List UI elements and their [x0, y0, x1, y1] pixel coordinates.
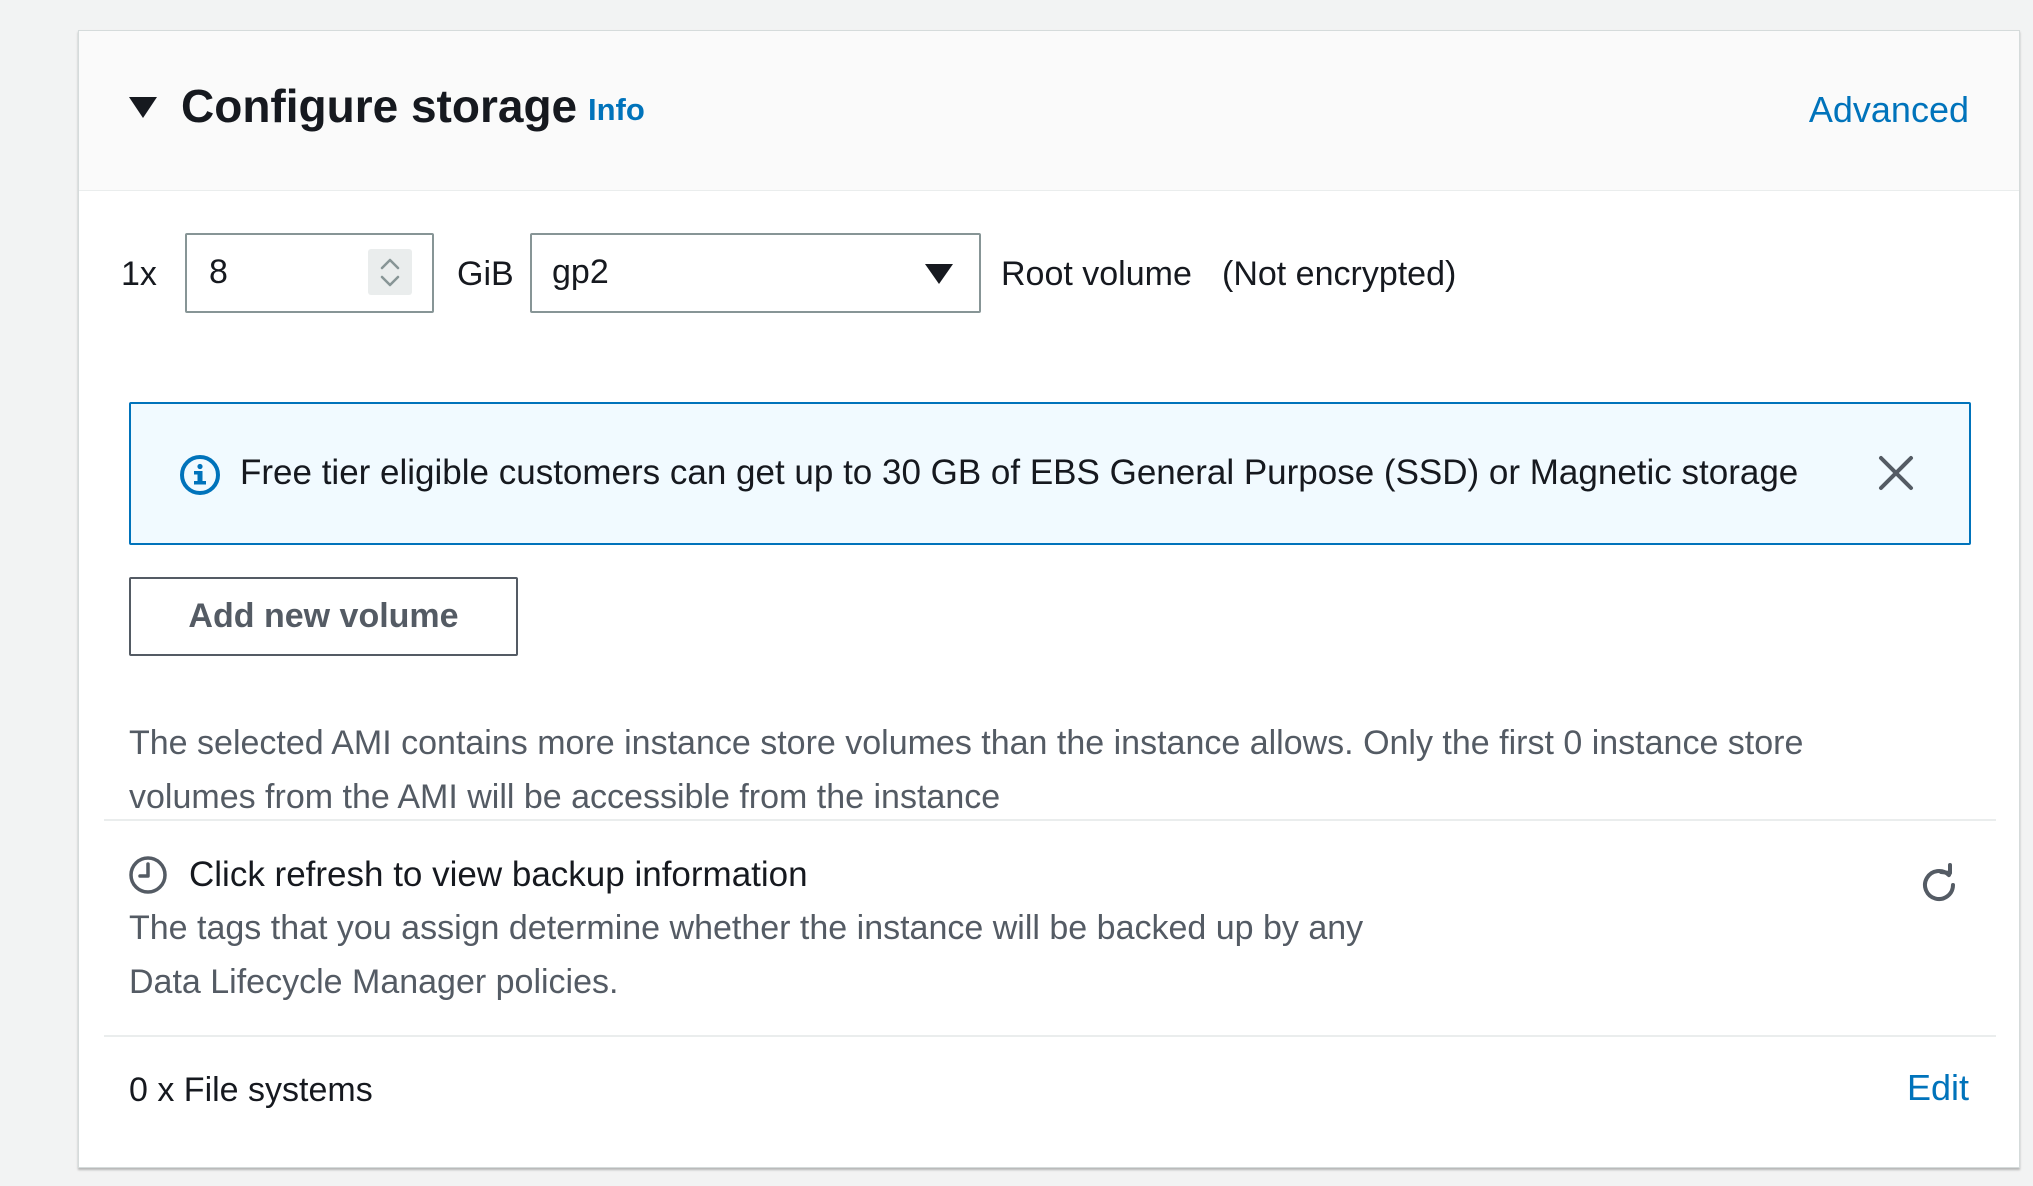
ami-notice-line-2: volumes from the AMI will be accessible … [129, 778, 1001, 816]
collapse-caret-icon[interactable] [129, 97, 157, 118]
encryption-status: (Not encrypted) [1222, 255, 1457, 293]
volume-type-value: gp2 [552, 253, 609, 291]
divider [104, 1035, 1996, 1037]
backup-description-line-1: The tags that you assign determine wheth… [129, 909, 1364, 947]
panel-title: Configure storage [181, 80, 578, 132]
volume-size-value[interactable]: 8 [209, 253, 228, 292]
volume-size-unit: GiB [457, 255, 514, 293]
refresh-icon[interactable] [1917, 863, 1961, 912]
info-circle-icon [179, 454, 221, 501]
volume-count-label: 1x [121, 255, 157, 293]
info-link[interactable]: Info [588, 92, 645, 128]
free-tier-alert: Free tier eligible customers can get up … [129, 402, 1971, 545]
advanced-link[interactable]: Advanced [1809, 89, 1969, 131]
volume-type-select[interactable]: gp2 [530, 233, 981, 313]
configure-storage-panel: Configure storage Info Advanced 1x 8 GiB… [78, 30, 2020, 1168]
edit-file-systems-link[interactable]: Edit [1907, 1067, 1969, 1109]
clock-icon [128, 855, 168, 900]
panel-header: Configure storage Info Advanced [79, 31, 2019, 191]
file-systems-label: 0 x File systems [129, 1071, 373, 1109]
size-stepper-icon[interactable] [368, 249, 412, 295]
backup-description-line-2: Data Lifecycle Manager policies. [129, 963, 619, 1001]
ami-notice-line-1: The selected AMI contains more instance … [129, 724, 1804, 762]
backup-title: Click refresh to view backup information [189, 855, 808, 894]
volume-size-input[interactable]: 8 [185, 233, 434, 313]
close-icon[interactable] [1877, 454, 1915, 497]
chevron-down-icon [925, 264, 953, 284]
add-new-volume-button[interactable]: Add new volume [129, 577, 518, 656]
divider [104, 819, 1996, 821]
root-volume-label: Root volume [1001, 255, 1192, 293]
alert-message: Free tier eligible customers can get up … [240, 453, 1799, 492]
